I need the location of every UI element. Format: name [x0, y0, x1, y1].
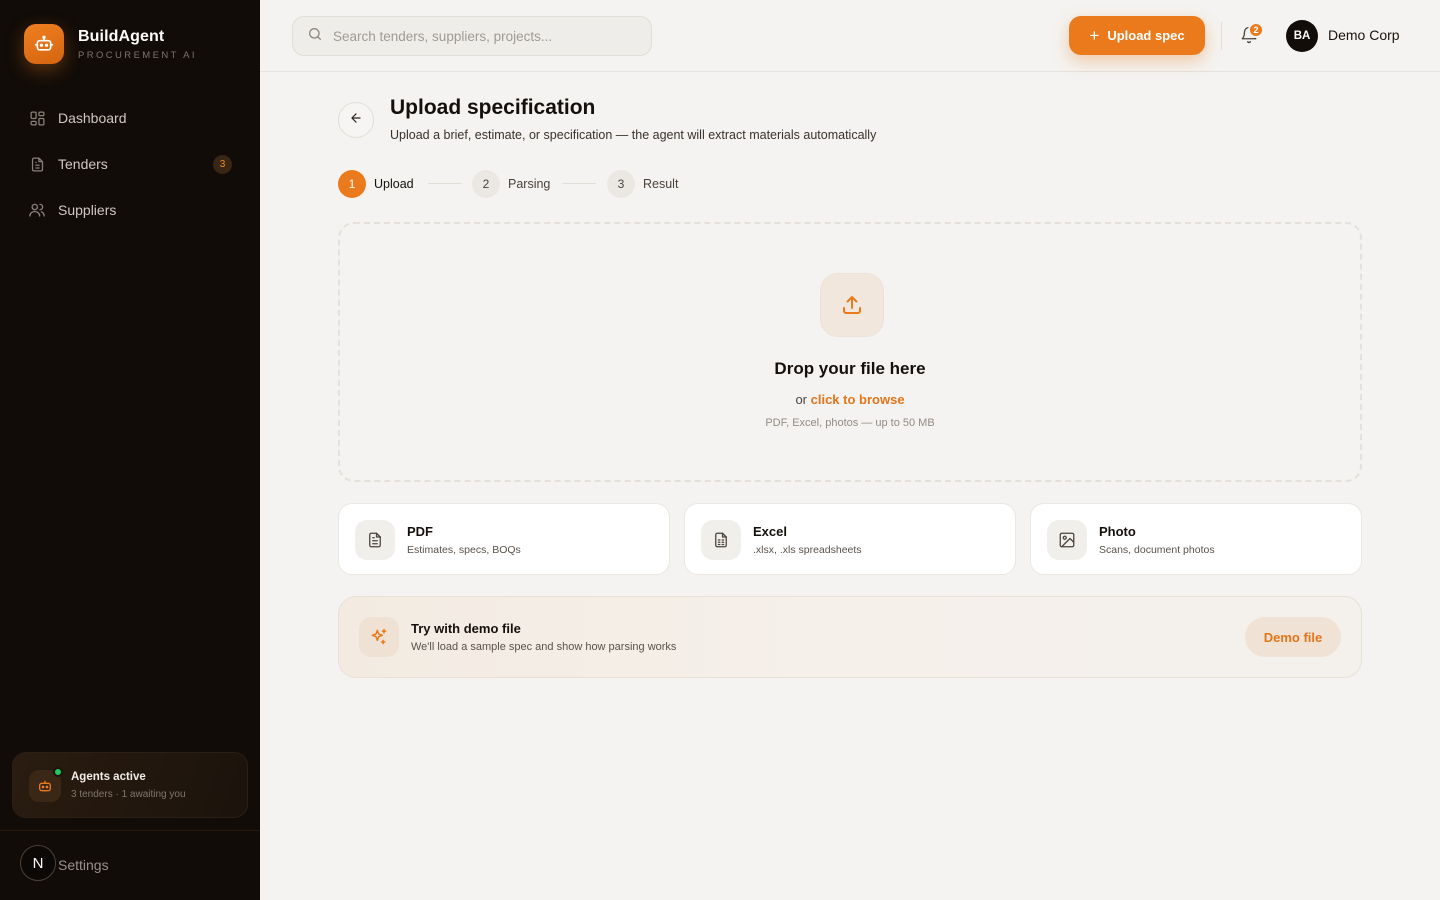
status-online-dot — [53, 767, 63, 777]
arrow-left-icon — [349, 111, 363, 130]
agents-subtitle: 3 tenders · 1 awaiting you — [71, 789, 186, 800]
file-type-card-pdf[interactable]: PDF Estimates, specs, BOQs — [338, 503, 670, 575]
sidebar-item-suppliers[interactable]: Suppliers — [16, 187, 244, 233]
back-button[interactable] — [338, 102, 374, 138]
step-upload: 1 Upload — [338, 170, 414, 198]
dropzone-browse-line: or click to browse — [340, 392, 1360, 407]
browse-link[interactable]: click to browse — [811, 392, 905, 407]
file-type-title: PDF — [407, 524, 433, 539]
brand-name: BuildAgent — [78, 27, 165, 45]
sidebar-item-label: Suppliers — [58, 202, 117, 218]
search-box[interactable] — [292, 16, 652, 56]
pdf-file-icon — [355, 520, 395, 560]
sparkles-icon — [359, 617, 399, 657]
agents-status-card[interactable]: Agents active 3 tenders · 1 awaiting you — [12, 752, 248, 818]
sidebar-item-tenders[interactable]: Tenders 3 — [16, 141, 244, 187]
brand-subtitle: PROCUREMENT AI — [78, 49, 197, 61]
topbar: + Upload spec 2 BA Demo Corp — [260, 0, 1440, 72]
upload-spec-button[interactable]: + Upload spec — [1069, 16, 1205, 55]
step-parsing: 2 Parsing — [472, 170, 550, 198]
demo-file-card: Try with demo file We'll load a sample s… — [338, 596, 1362, 678]
dashboard-icon — [28, 109, 46, 127]
sidebar: BuildAgent PROCUREMENT AI Dashboard Tend… — [0, 0, 260, 900]
users-icon — [28, 201, 46, 219]
sidebar-divider — [0, 830, 260, 831]
demo-file-button[interactable]: Demo file — [1245, 617, 1341, 657]
tenders-count-badge: 3 — [213, 155, 232, 174]
notification-badge: 2 — [1248, 22, 1264, 38]
demo-title: Try with demo file — [411, 621, 521, 636]
sidebar-item-dashboard[interactable]: Dashboard — [16, 95, 244, 141]
file-type-title: Excel — [753, 524, 787, 539]
spreadsheet-file-icon — [701, 520, 741, 560]
sidebar-nav: Dashboard Tenders 3 Suppliers — [16, 95, 244, 233]
demo-subtitle: We'll load a sample spec and show how pa… — [411, 641, 677, 653]
file-type-subtitle: Scans, document photos — [1099, 544, 1215, 556]
sidebar-item-label: Tenders — [58, 156, 108, 172]
plus-icon: + — [1089, 25, 1100, 45]
step-number: 2 — [472, 170, 500, 198]
step-number: 1 — [338, 170, 366, 198]
step-label: Parsing — [508, 177, 551, 191]
upload-spec-label: Upload spec — [1107, 28, 1185, 43]
avatar[interactable]: BA — [1286, 20, 1318, 52]
agents-title: Agents active — [71, 771, 146, 783]
brand[interactable]: BuildAgent PROCUREMENT AI — [24, 24, 197, 64]
avatar[interactable]: N — [20, 845, 56, 881]
step-result: 3 Result — [607, 170, 678, 198]
file-type-subtitle: .xlsx, .xls spreadsheets — [753, 544, 862, 556]
step-label: Result — [643, 177, 679, 191]
step-connector — [563, 183, 596, 184]
file-type-subtitle: Estimates, specs, BOQs — [407, 544, 521, 556]
sidebar-item-label: Dashboard — [58, 110, 127, 126]
step-label: Upload — [374, 177, 414, 191]
file-type-card-photo[interactable]: Photo Scans, document photos — [1030, 503, 1362, 575]
dropzone-hint: PDF, Excel, photos — up to 50 MB — [765, 417, 935, 429]
step-connector — [428, 183, 461, 184]
step-number: 3 — [607, 170, 635, 198]
file-type-title: Photo — [1099, 524, 1136, 539]
search-icon — [307, 26, 323, 47]
document-icon — [28, 155, 46, 173]
page-title: Upload specification — [390, 96, 596, 119]
sidebar-item-settings[interactable]: Settings — [58, 857, 109, 873]
user-name[interactable]: Demo Corp — [1328, 27, 1400, 43]
page-subtitle: Upload a brief, estimate, or specificati… — [390, 128, 877, 142]
robot-logo-icon — [24, 24, 64, 64]
search-input[interactable] — [333, 28, 633, 44]
file-type-card-excel[interactable]: Excel .xlsx, .xls spreadsheets — [684, 503, 1016, 575]
topbar-divider — [1221, 22, 1222, 50]
upload-icon — [820, 273, 884, 337]
dropzone-or-text: or — [795, 392, 807, 407]
dropzone-title: Drop your file here — [774, 359, 926, 378]
file-dropzone[interactable]: Drop your file here or click to browse P… — [338, 222, 1362, 482]
image-icon — [1047, 520, 1087, 560]
